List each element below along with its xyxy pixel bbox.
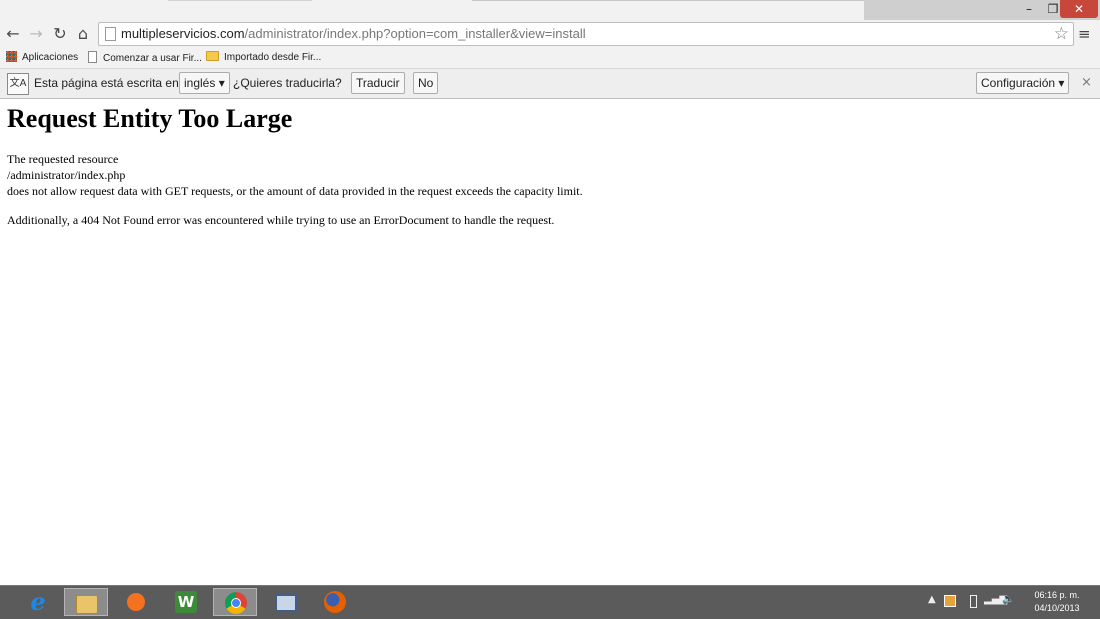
browser-tab-new[interactable] <box>472 0 864 21</box>
url-text[interactable]: multipleservicios.com/administrator/inde… <box>121 25 586 43</box>
taskbar: e W ▲ ▂▄▆ 🔈 06:16 p. m. 04/10/2013 <box>0 585 1100 619</box>
url-path: /administrator/index.php?option=com_inst… <box>244 26 586 41</box>
reload-button[interactable]: ↻ <box>49 23 71 45</box>
file-explorer-icon <box>76 595 98 614</box>
system-tray: ▲ ▂▄▆ 🔈 <box>924 590 1024 614</box>
url-host: multipleservicios.com <box>121 26 245 41</box>
bookmark-label: Aplicaciones <box>22 52 79 63</box>
page-content: Request Entity Too Large The requested r… <box>0 99 1100 585</box>
translate-infobar: 文A Esta página está escrita en inglés ▾ … <box>0 69 1100 99</box>
translate-icon: 文A <box>7 73 29 95</box>
volume-icon[interactable]: 🔈 <box>1002 594 1014 605</box>
translate-prefix-text: Esta página está escrita en <box>34 76 179 90</box>
bookmarks-bar: Aplicaciones Comenzar a usar Fir... Impo… <box>0 48 1100 69</box>
taskbar-firefox[interactable] <box>313 588 357 616</box>
no-translate-button[interactable]: No <box>413 72 439 94</box>
chrome-menu-icon[interactable]: ≡ <box>1078 23 1091 45</box>
bookmark-imported-folder[interactable]: Importado desde Fir... <box>206 51 321 65</box>
minimize-button[interactable]: – <box>1016 0 1042 18</box>
error-text-line: The requested resource <box>7 152 119 166</box>
window-controls: – ❐ ✕ <box>864 0 1100 20</box>
home-button[interactable]: ⌂ <box>72 23 94 45</box>
address-bar[interactable]: multipleservicios.com/administrator/inde… <box>98 22 1074 46</box>
clock-time: 06:16 p. m. <box>1034 590 1080 600</box>
error-resource-path: /administrator/index.php <box>7 168 126 182</box>
translate-question-text: ¿Quieres traducirla? <box>233 76 342 90</box>
apps-grid-icon <box>6 51 17 62</box>
firefox-icon <box>324 591 346 613</box>
taskbar-internet-explorer[interactable]: e <box>16 588 60 616</box>
word-editor-icon: W <box>175 591 197 613</box>
forward-button[interactable]: → <box>25 23 47 45</box>
back-button[interactable]: ← <box>2 23 24 45</box>
taskbar-word-editor[interactable]: W <box>164 588 208 616</box>
remote-desktop-icon <box>275 594 297 612</box>
page-icon <box>105 27 116 41</box>
document-icon <box>88 51 97 63</box>
bookmark-label: Comenzar a usar Fir... <box>103 53 202 64</box>
clock[interactable]: 06:16 p. m. 04/10/2013 <box>1026 589 1088 615</box>
error-additional-text: Additionally, a 404 Not Found error was … <box>7 213 555 227</box>
taskbar-file-explorer[interactable] <box>64 588 108 616</box>
battery-icon[interactable] <box>970 595 977 608</box>
folder-icon <box>206 51 219 61</box>
translate-settings-button[interactable]: Configuración ▾ <box>976 72 1070 94</box>
close-window-button[interactable]: ✕ <box>1060 0 1098 18</box>
page-title: Request Entity Too Large <box>7 104 293 133</box>
browser-toolbar: ← → ↻ ⌂ multipleservicios.com/administra… <box>0 20 1100 48</box>
translate-button[interactable]: Traducir <box>351 72 405 94</box>
browser-title-bar: – ❐ ✕ <box>0 0 1100 21</box>
error-text-line: does not allow request data with GET req… <box>7 184 583 198</box>
clock-date: 04/10/2013 <box>1034 603 1080 613</box>
taskbar-media-player[interactable] <box>114 588 158 616</box>
close-icon[interactable]: × <box>1081 75 1092 90</box>
taskbar-chrome[interactable] <box>213 588 257 616</box>
bookmark-label: Importado desde Fir... <box>224 52 322 63</box>
bookmark-start-firefox[interactable]: Comenzar a usar Fir... <box>88 51 202 66</box>
language-select[interactable]: inglés ▾ <box>179 72 230 94</box>
browser-tab-active[interactable] <box>168 0 312 21</box>
show-hidden-icons-icon[interactable]: ▲ <box>928 594 936 605</box>
taskbar-remote-desktop[interactable] <box>264 588 308 616</box>
action-center-flag-icon[interactable] <box>944 595 956 607</box>
chrome-icon <box>225 592 247 614</box>
bookmark-star-icon[interactable]: ☆ <box>1054 23 1069 45</box>
bookmark-apps[interactable]: Aplicaciones <box>6 51 78 65</box>
internet-explorer-icon: e <box>30 587 46 616</box>
media-player-icon <box>127 593 145 611</box>
